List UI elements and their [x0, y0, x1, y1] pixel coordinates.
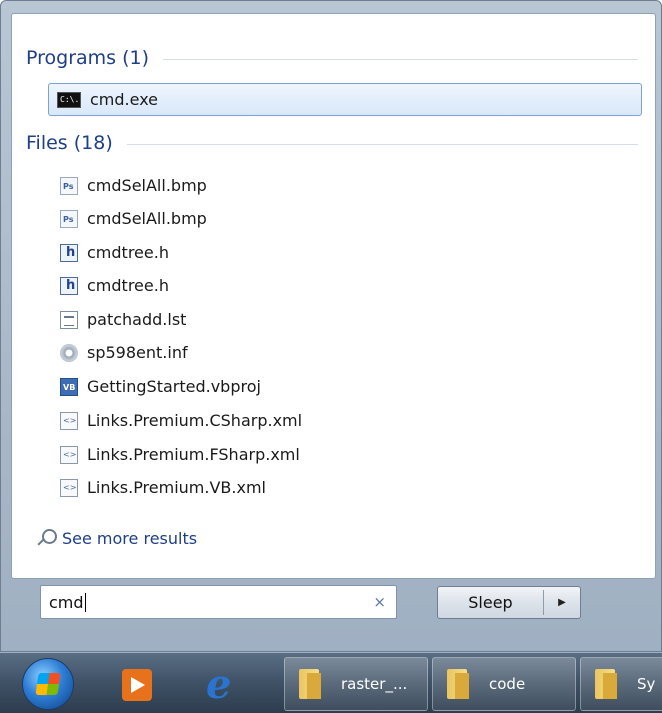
sleep-button[interactable]: Sleep ▶ — [437, 586, 581, 619]
file-label: GettingStarted.vbproj — [87, 377, 261, 396]
file-label: patchadd.lst — [87, 310, 187, 329]
search-text: cmd — [49, 592, 84, 612]
folder-icon — [297, 667, 327, 701]
h-file-icon — [60, 276, 78, 295]
programs-header: Programs (1) — [26, 47, 150, 69]
h-file-icon — [60, 243, 78, 262]
file-label: Links.Premium.FSharp.xml — [87, 445, 300, 464]
xml-file-icon — [60, 478, 78, 497]
files-group-header[interactable]: Files (18) — [26, 129, 638, 157]
search-input[interactable]: cmd × — [40, 585, 397, 619]
file-result[interactable]: cmdSelAll.bmp — [50, 202, 470, 235]
internet-explorer-icon[interactable]: e — [206, 661, 254, 708]
folder-icon — [593, 667, 623, 701]
media-player-icon[interactable] — [118, 665, 158, 705]
file-result[interactable]: sp598ent.inf — [50, 336, 470, 369]
files-header: Files (18) — [26, 132, 113, 154]
xml-file-icon — [60, 445, 78, 464]
file-result[interactable]: cmdSelAll.bmp — [50, 169, 470, 202]
file-label: cmdtree.h — [87, 276, 169, 295]
start-button[interactable] — [22, 658, 74, 710]
text-file-icon — [60, 310, 78, 329]
file-label: Links.Premium.CSharp.xml — [87, 411, 303, 430]
cmd-icon — [57, 91, 81, 108]
clear-icon[interactable]: × — [373, 593, 386, 611]
taskbar-window-button[interactable]: code — [432, 657, 576, 711]
programs-group-header[interactable]: Programs (1) — [26, 44, 638, 72]
file-result[interactable]: cmdtree.h — [50, 269, 470, 302]
taskbar-window-label: code — [489, 675, 526, 693]
file-result[interactable]: patchadd.lst — [50, 303, 470, 336]
taskbar-window-label: Sy — [637, 675, 656, 693]
see-more-results-link[interactable]: See more results — [36, 528, 197, 548]
inf-file-icon — [60, 343, 78, 362]
see-more-label: See more results — [62, 528, 198, 548]
file-result[interactable]: cmdtree.h — [50, 236, 470, 269]
vbproj-file-icon — [60, 377, 78, 396]
file-result[interactable]: GettingStarted.vbproj — [50, 370, 470, 403]
xml-file-icon — [60, 411, 78, 430]
file-result[interactable]: Links.Premium.VB.xml — [50, 471, 470, 504]
taskbar-window-button[interactable]: Sy — [580, 657, 662, 711]
sleep-label: Sleep — [468, 593, 513, 612]
taskbar-window-label: raster_... — [341, 675, 408, 693]
taskbar: e raster_... code Sy — [0, 652, 662, 713]
taskbar-window-button[interactable]: raster_... — [284, 657, 428, 711]
bmp-file-icon — [60, 209, 78, 228]
file-label: cmdSelAll.bmp — [87, 176, 207, 195]
file-result[interactable]: Links.Premium.FSharp.xml — [50, 438, 470, 471]
file-result[interactable]: Links.Premium.CSharp.xml — [50, 404, 470, 437]
folder-icon — [445, 667, 475, 701]
file-label: cmdtree.h — [87, 243, 169, 262]
divider — [163, 59, 638, 60]
file-label: Links.Premium.VB.xml — [87, 478, 266, 497]
file-label: cmdSelAll.bmp — [87, 209, 207, 228]
file-label: sp598ent.inf — [87, 343, 188, 362]
text-caret — [84, 592, 86, 612]
bmp-file-icon — [60, 176, 78, 195]
result-cmd-exe[interactable]: cmd.exe — [48, 83, 642, 116]
magnifier-icon — [36, 528, 57, 548]
divider — [126, 144, 638, 145]
power-options-arrow-icon[interactable]: ▶ — [544, 597, 580, 608]
result-label: cmd.exe — [90, 90, 159, 109]
